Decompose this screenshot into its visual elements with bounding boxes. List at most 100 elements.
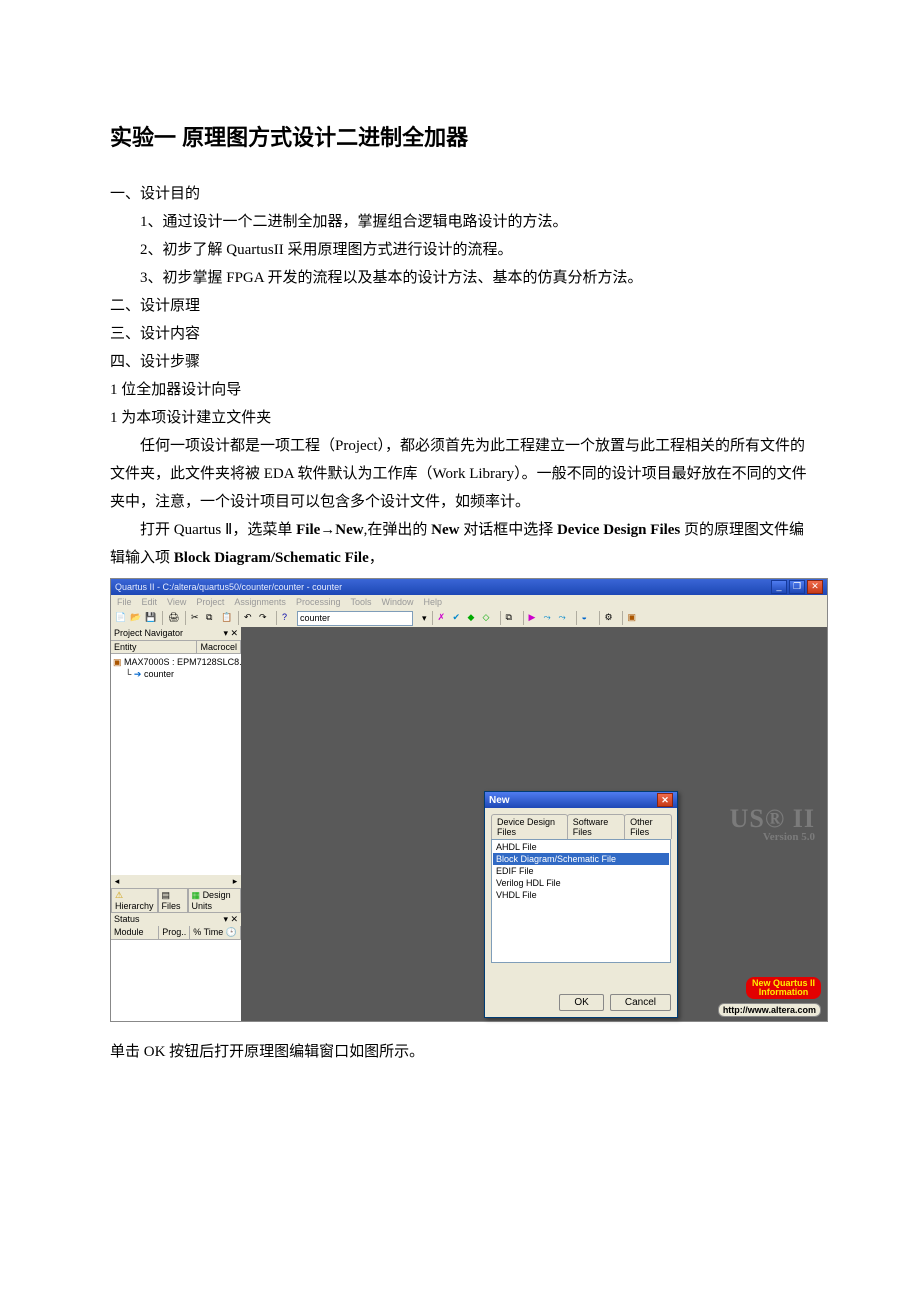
panel-close-icon[interactable]: ▾ ✕ <box>223 628 238 639</box>
chip-icon: ▣ <box>113 657 122 667</box>
maximize-button[interactable]: ❐ <box>789 580 805 594</box>
paragraph: 打开 Quartus Ⅱ，选菜单 File→New,在弹出的 New 对话框中选… <box>110 516 810 572</box>
toolbar-icon[interactable]: ⤳ <box>544 612 556 624</box>
window-titlebar: Quartus II - C:/altera/quartus50/counter… <box>111 579 827 595</box>
dialog-close-button[interactable]: ✕ <box>657 793 673 807</box>
menu-item[interactable]: Processing <box>296 597 341 607</box>
toolbar-icon[interactable]: ◒ <box>582 612 594 624</box>
text-run: ， <box>369 550 384 566</box>
menu-item[interactable]: View <box>167 597 186 607</box>
tab-design-units[interactable]: ▦ Design Units <box>188 888 241 912</box>
list-item[interactable]: Block Diagram/Schematic File <box>493 853 669 865</box>
text-run: → <box>320 522 335 538</box>
ok-button[interactable]: OK <box>559 994 603 1011</box>
list-item[interactable]: Verilog HDL File <box>493 877 669 889</box>
text-run: 对话框中选择 <box>459 522 557 538</box>
chip-icon[interactable]: ▣ <box>628 612 640 624</box>
section-heading: 一、设计目的 <box>110 180 810 208</box>
list-item[interactable]: VHDL File <box>493 889 669 901</box>
open-file-icon[interactable]: 📂 <box>130 612 142 624</box>
save-icon[interactable]: 💾 <box>145 612 157 624</box>
tab-other-files[interactable]: Other Files <box>624 814 672 839</box>
list-item[interactable]: AHDL File <box>493 841 669 853</box>
tab-hierarchy[interactable]: ⚠ Hierarchy <box>111 888 158 912</box>
step-heading: 1 位全加器设计向导 <box>110 376 810 404</box>
section-heading: 二、设计原理 <box>110 292 810 320</box>
panel-title: Status <box>114 914 140 925</box>
text-bold: Device Design Files <box>557 522 680 538</box>
menu-item[interactable]: Window <box>381 597 413 607</box>
window-title: Quartus II - C:/altera/quartus50/counter… <box>115 582 342 592</box>
column-header[interactable]: % Time 🕒 <box>190 926 241 939</box>
toolbar-icon[interactable]: ✗ <box>438 612 450 624</box>
list-item: 2、初步了解 QuartusII 采用原理图方式进行设计的流程。 <box>110 236 810 264</box>
text-bold: File <box>296 522 320 538</box>
help-icon[interactable]: ? <box>282 612 294 624</box>
status-pane: Status ▾ ✕ Module Prog.. % Time 🕒 <box>111 912 241 1021</box>
altera-brand: US® II Version 5.0 <box>730 807 815 843</box>
column-header[interactable]: Prog.. <box>159 926 190 939</box>
main-workspace: US® II Version 5.0 New ✕ Device Design F… <box>241 627 827 1021</box>
tab-software-files[interactable]: Software Files <box>567 814 625 839</box>
column-header[interactable]: Module <box>111 926 159 939</box>
page-title: 实验一 原理图方式设计二进制全加器 <box>110 120 810 152</box>
menubar: File Edit View Project Assignments Proce… <box>111 595 827 609</box>
column-header[interactable]: Macrocel <box>197 641 241 653</box>
menu-item[interactable]: Project <box>196 597 224 607</box>
menu-item[interactable]: Assignments <box>234 597 286 607</box>
new-file-icon[interactable]: 📄 <box>115 612 127 624</box>
new-quartus-info-badge[interactable]: New Quartus II Information <box>746 977 821 999</box>
project-tree[interactable]: ▣ MAX7000S : EPM7128SLC8... └ ➔ counter <box>111 654 241 875</box>
cancel-button[interactable]: Cancel <box>610 994 671 1011</box>
text-bold: New <box>431 522 459 538</box>
tab-device-design-files[interactable]: Device Design Files <box>491 814 568 839</box>
toolbar: 📄 📂 💾 🖨 ✂ ⧉ 📋 ↶ ↷ ? ▾ ✗ ✔ ◆ ◇ ⧉ ▶ ⤳ <box>111 609 827 627</box>
step-heading: 1 为本项设计建立文件夹 <box>110 404 810 432</box>
text-run: ,在弹出的 <box>364 522 432 538</box>
play-icon[interactable]: ▶ <box>529 612 541 624</box>
paste-icon[interactable]: 📋 <box>221 612 233 624</box>
minimize-button[interactable]: _ <box>771 580 787 594</box>
menu-item[interactable]: Edit <box>142 597 158 607</box>
unit-icon: ▦ <box>192 890 201 900</box>
paragraph: 任何一项设计都是一项工程（Project），都必须首先为此工程建立一个放置与此工… <box>110 432 810 516</box>
panel-close-icon[interactable]: ▾ ✕ <box>223 914 238 925</box>
undo-icon[interactable]: ↶ <box>244 612 256 624</box>
toolbar-icon[interactable]: ◇ <box>483 612 495 624</box>
text-run: 打开 Quartus Ⅱ，选菜单 <box>140 522 296 538</box>
toolbar-icon[interactable]: ⧉ <box>506 612 518 624</box>
tab-files[interactable]: ▤ Files <box>158 888 188 912</box>
list-item: 1、通过设计一个二进制全加器，掌握组合逻辑电路设计的方法。 <box>110 208 810 236</box>
altera-url-badge[interactable]: http://www.altera.com <box>718 1003 821 1017</box>
section-heading: 四、设计步骤 <box>110 348 810 376</box>
toolbar-icon[interactable]: ✔ <box>453 612 465 624</box>
scroll-left-icon[interactable]: ◂ <box>112 876 122 887</box>
project-selector[interactable] <box>297 611 413 626</box>
panel-title: Project Navigator <box>114 628 183 639</box>
cut-icon[interactable]: ✂ <box>191 612 203 624</box>
menu-item[interactable]: Help <box>424 597 443 607</box>
file-type-list[interactable]: AHDL File Block Diagram/Schematic File E… <box>491 839 671 963</box>
print-icon[interactable]: 🖨 <box>168 612 180 624</box>
copy-icon[interactable]: ⧉ <box>206 612 218 624</box>
redo-icon[interactable]: ↷ <box>259 612 271 624</box>
section-heading: 三、设计内容 <box>110 320 810 348</box>
left-pane: Project Navigator ▾ ✕ Entity Macrocel ▣ … <box>111 627 241 1021</box>
clock-icon: 🕒 <box>226 927 237 937</box>
paragraph: 单击 OK 按钮后打开原理图编辑窗口如图所示。 <box>110 1038 810 1066</box>
scroll-right-icon[interactable]: ▸ <box>230 876 240 887</box>
list-item[interactable]: EDIF File <box>493 865 669 877</box>
quartus-screenshot: Quartus II - C:/altera/quartus50/counter… <box>110 578 828 1022</box>
text-bold: New <box>335 522 363 538</box>
toolbar-icon[interactable]: ◆ <box>468 612 480 624</box>
text-bold: Block Diagram/Schematic File <box>174 550 369 566</box>
toolbar-icon[interactable]: ⤳ <box>559 612 571 624</box>
tree-item[interactable]: counter <box>144 669 174 679</box>
column-header[interactable]: Entity <box>111 641 197 653</box>
tree-item[interactable]: MAX7000S : EPM7128SLC8... <box>124 657 241 667</box>
menu-item[interactable]: File <box>117 597 132 607</box>
new-dialog: New ✕ Device Design Files Software Files… <box>484 791 678 1018</box>
close-button[interactable]: ✕ <box>807 580 823 594</box>
gear-icon[interactable]: ⚙ <box>605 612 617 624</box>
menu-item[interactable]: Tools <box>350 597 371 607</box>
